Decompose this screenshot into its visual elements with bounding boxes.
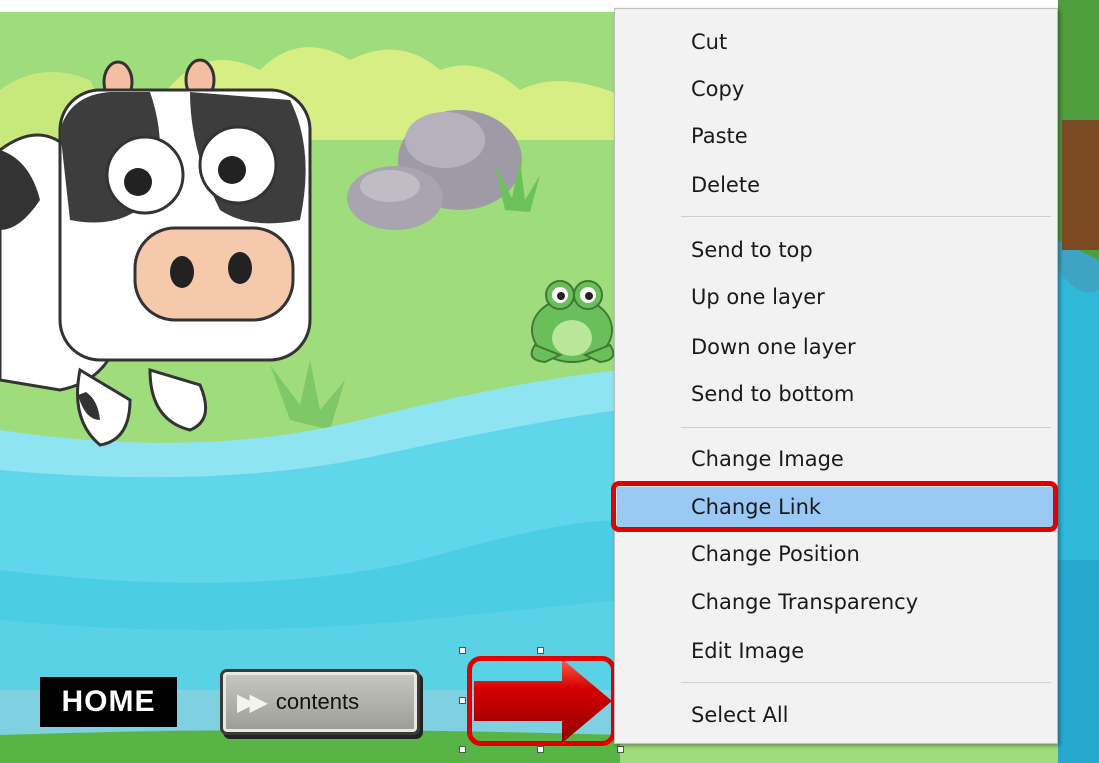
menu-item-paste[interactable]: Paste — [617, 116, 1055, 156]
selection-handle-bottom-middle[interactable] — [537, 746, 544, 753]
menu-item-label: Edit Image — [691, 639, 805, 663]
menu-item-change-transparency[interactable]: Change Transparency — [617, 582, 1055, 622]
menu-item-change-position[interactable]: Change Position — [617, 534, 1055, 574]
menu-item-label: Down one layer — [691, 335, 856, 359]
selection-handle-top-left[interactable] — [459, 647, 466, 654]
selection-handle-bottom-right[interactable] — [617, 746, 624, 753]
selection-handle-top-middle[interactable] — [537, 647, 544, 654]
menu-item-send-to-top[interactable]: Send to top — [617, 230, 1055, 270]
menu-separator — [681, 216, 1051, 217]
menu-item-copy[interactable]: Copy — [617, 69, 1055, 109]
menu-separator — [681, 682, 1051, 683]
contents-button[interactable]: ▶▶ contents — [220, 669, 420, 735]
home-button[interactable]: HOME — [40, 677, 177, 727]
menu-item-label: Cut — [691, 30, 728, 54]
menu-item-cut[interactable]: Cut — [617, 22, 1055, 62]
menu-item-label: Change Transparency — [691, 590, 919, 614]
menu-item-change-image[interactable]: Change Image — [617, 439, 1055, 479]
menu-item-down-one-layer[interactable]: Down one layer — [617, 327, 1055, 367]
menu-item-label: Send to bottom — [691, 382, 855, 406]
home-button-label: HOME — [61, 685, 156, 718]
menu-item-select-all[interactable]: Select All — [617, 695, 1055, 735]
menu-item-send-to-bottom[interactable]: Send to bottom — [617, 374, 1055, 414]
menu-item-label: Change Link — [691, 495, 822, 519]
menu-item-label: Change Position — [691, 542, 860, 566]
menu-item-label: Paste — [691, 124, 748, 148]
menu-item-label: Up one layer — [691, 285, 825, 309]
menu-item-label: Select All — [691, 703, 789, 727]
right-arrow-icon — [474, 659, 612, 743]
menu-item-up-one-layer[interactable]: Up one layer — [617, 277, 1055, 317]
fast-forward-icon: ▶▶ — [237, 688, 268, 716]
menu-item-label: Delete — [691, 173, 760, 197]
next-arrow-button[interactable] — [462, 651, 622, 751]
menu-item-label: Send to top — [691, 238, 813, 262]
menu-separator — [681, 427, 1051, 428]
menu-item-label: Change Image — [691, 447, 844, 471]
menu-item-label: Copy — [691, 77, 745, 101]
menu-item-delete[interactable]: Delete — [617, 165, 1055, 205]
selection-handle-middle-left[interactable] — [459, 697, 466, 704]
selection-handle-bottom-left[interactable] — [459, 746, 466, 753]
menu-item-edit-image[interactable]: Edit Image — [617, 631, 1055, 671]
menu-item-change-link[interactable]: Change Link — [617, 487, 1055, 527]
context-menu: Cut Copy Paste Delete Send to top Up one… — [614, 8, 1058, 744]
contents-button-label: contents — [275, 689, 360, 714]
